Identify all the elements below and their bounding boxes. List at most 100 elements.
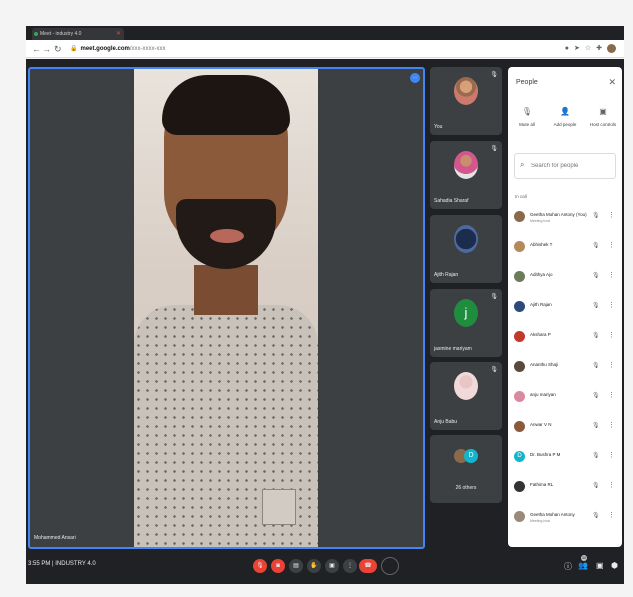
meeting-clock: 3:55 PM [28,561,51,567]
more-vert-icon[interactable]: ⋮ [608,211,615,219]
meet-call-area: ⋯ Mohammed Ansari 🎙 You 🎙 Sahadia Sharaf… [26,59,624,584]
add-person-icon: 👤 [560,107,570,116]
more-vert-icon[interactable]: ⋮ [608,421,615,429]
participant-tile[interactable]: j 🎙 jasmine mariyam [430,289,502,357]
mic-off-icon[interactable]: 🎙 [592,242,600,249]
mic-off-icon[interactable]: 🎙 [592,512,600,519]
mic-off-icon[interactable]: 🎙 [592,332,600,339]
leave-call-button[interactable]: ☎ [359,559,377,573]
participant-row[interactable]: Ajith Rajan 🎙 ⋮ [508,297,622,319]
participant-row[interactable]: anju mariyan 🎙 ⋮ [508,387,622,409]
mute-all-button[interactable]: 🎙 Mute all [508,107,546,127]
mic-off-icon[interactable]: 🎙 [592,422,600,429]
chat-icon[interactable]: ▣ [596,561,604,570]
mic-off-icon[interactable]: 🎙 [592,272,600,279]
mic-off-icon[interactable]: 🎙 [592,482,600,489]
main-speaker-tile[interactable]: ⋯ Mohammed Ansari [28,67,425,549]
meeting-name: INDUSTRY 4.0 [55,561,96,567]
more-vert-icon: ⋮ [347,563,353,569]
participant-tile-you[interactable]: 🎙 You [430,67,502,135]
participant-avatar: D [514,451,525,462]
close-tab-icon[interactable]: ✕ [116,28,121,40]
participant-row[interactable]: Geetha Mohan Antony Meeting host 🎙 ⋮ [508,507,622,529]
mic-toggle-button[interactable]: 🎙 [253,559,267,573]
screenshot-frame: Meet - industry 4.0 ✕ ← → ↻ 🔒 meet.google… [0,0,633,597]
participant-name: Sahadia Sharaf [434,198,469,204]
speaker-pocket [262,489,296,525]
participant-row[interactable]: D Dr. Bushra P M 🎙 ⋮ [508,447,622,469]
add-people-button[interactable]: 👤 Add people [546,107,584,127]
back-arrow-icon[interactable]: ← [32,43,41,55]
meeting-info: 3:55 PM | INDUSTRY 4.0 [28,561,96,567]
more-vert-icon[interactable]: ⋮ [608,451,615,459]
others-tile[interactable]: D 26 others [430,435,502,503]
participant-row[interactable]: Abhishek T 🎙 ⋮ [508,237,622,259]
more-vert-icon[interactable]: ⋮ [608,241,615,249]
reload-icon[interactable]: ↻ [54,43,62,55]
participant-tile[interactable]: Ajith Rajan [430,215,502,283]
participant-avatar [514,481,525,492]
mic-off-icon: 🎙 [490,367,498,373]
captions-button[interactable]: ▤ [289,559,303,573]
more-options-button[interactable]: ⋮ [343,559,357,573]
mic-off-icon[interactable]: 🎙 [592,212,600,219]
participant-row[interactable]: Fathima RL 🎙 ⋮ [508,477,622,499]
meet-favicon-icon [34,32,38,36]
lock-icon: ▣ [599,107,607,116]
bottom-control-bar: 3:55 PM | INDUSTRY 4.0 🎙 ◙ ▤ ✋ ▣ ⋮ ☎ ⓘ 👥… [26,549,624,584]
present-button[interactable]: ▣ [325,559,339,573]
more-vert-icon[interactable]: ⋮ [608,391,615,399]
address-bar: ← → ↻ 🔒 meet.google.com/xxx-xxxx-xxx ●➤☆✚ [26,40,624,58]
participant-name: jasmine mariyam [434,346,472,352]
profile-avatar[interactable] [607,43,616,53]
participant-avatar [514,391,525,402]
camera-off-icon: ◙ [276,563,280,569]
lock-icon: 🔒 [70,46,78,52]
more-vert-icon[interactable]: ⋮ [608,361,615,369]
mic-off-icon: 🎙 [521,107,533,116]
mic-off-icon: 🎙 [490,146,498,152]
panel-actions: 🎙 Mute all 👤 Add people ▣ Host controls [508,107,622,137]
camera-indicator-icon[interactable]: ● [565,45,574,52]
mic-off-icon[interactable]: 🎙 [592,452,600,459]
participant-row[interactable]: Akshara P 🎙 ⋮ [508,327,622,349]
participant-name: You [434,124,443,130]
mic-off-icon[interactable]: 🎙 [592,302,600,309]
forward-arrow-icon[interactable]: → [42,43,51,55]
people-icon[interactable]: 👥 [578,561,588,570]
more-vert-icon[interactable]: ⋮ [608,331,615,339]
host-controls-button[interactable]: ▣ Host controls [584,107,622,127]
more-vert-icon[interactable]: ⋮ [608,481,615,489]
share-icon[interactable]: ➤ [574,45,585,52]
participant-tile[interactable]: 🎙 Anju Babu [430,362,502,430]
browser-tab[interactable]: Meet - industry 4.0 ✕ [32,28,124,40]
people-panel: People ✕ 🎙 Mute all 👤 Add people ▣ Host … [508,67,622,547]
more-vert-icon[interactable]: ⋮ [608,301,615,309]
more-vert-icon[interactable]: ⋮ [608,511,615,519]
participant-avatar [514,301,525,312]
participant-row[interactable]: Geetha Mohan Antony (You) Meeting host 🎙 ⋮ [508,207,622,229]
mic-off-icon[interactable]: 🎙 [592,362,600,369]
participant-row[interactable]: Anwar V N 🎙 ⋮ [508,417,622,439]
activities-icon[interactable]: ⬢ [611,561,618,570]
participant-name: Ajith Rajan [434,272,459,278]
bookmark-star-icon[interactable]: ☆ [585,45,596,52]
camera-toggle-button[interactable]: ◙ [271,559,285,573]
raise-hand-button[interactable]: ✋ [307,559,321,573]
participant-tile[interactable]: 🎙 Sahadia Sharaf [430,141,502,209]
extensions-icon[interactable]: ✚ [596,45,607,52]
participant-row[interactable]: Adithya Ajo 🎙 ⋮ [508,267,622,289]
participant-row[interactable]: Ananthu Shaji 🎙 ⋮ [508,357,622,379]
browser-tab-bar: Meet - industry 4.0 ✕ [26,26,624,40]
participant-name: anju mariyan [530,392,556,397]
search-input[interactable] [531,160,613,172]
people-search[interactable]: ⌕ [514,153,616,179]
mic-off-icon: 🎙 [490,294,498,300]
participant-name: Anwar V N [530,422,552,427]
close-icon[interactable]: ✕ [608,77,616,88]
url-field[interactable]: 🔒 meet.google.com/xxx-xxxx-xxx [70,43,540,55]
participant-name: Geetha Mohan Antony (You) [530,212,587,217]
more-vert-icon[interactable]: ⋮ [608,271,615,279]
mic-off-icon[interactable]: 🎙 [592,392,600,399]
info-icon[interactable]: ⓘ [564,561,572,572]
